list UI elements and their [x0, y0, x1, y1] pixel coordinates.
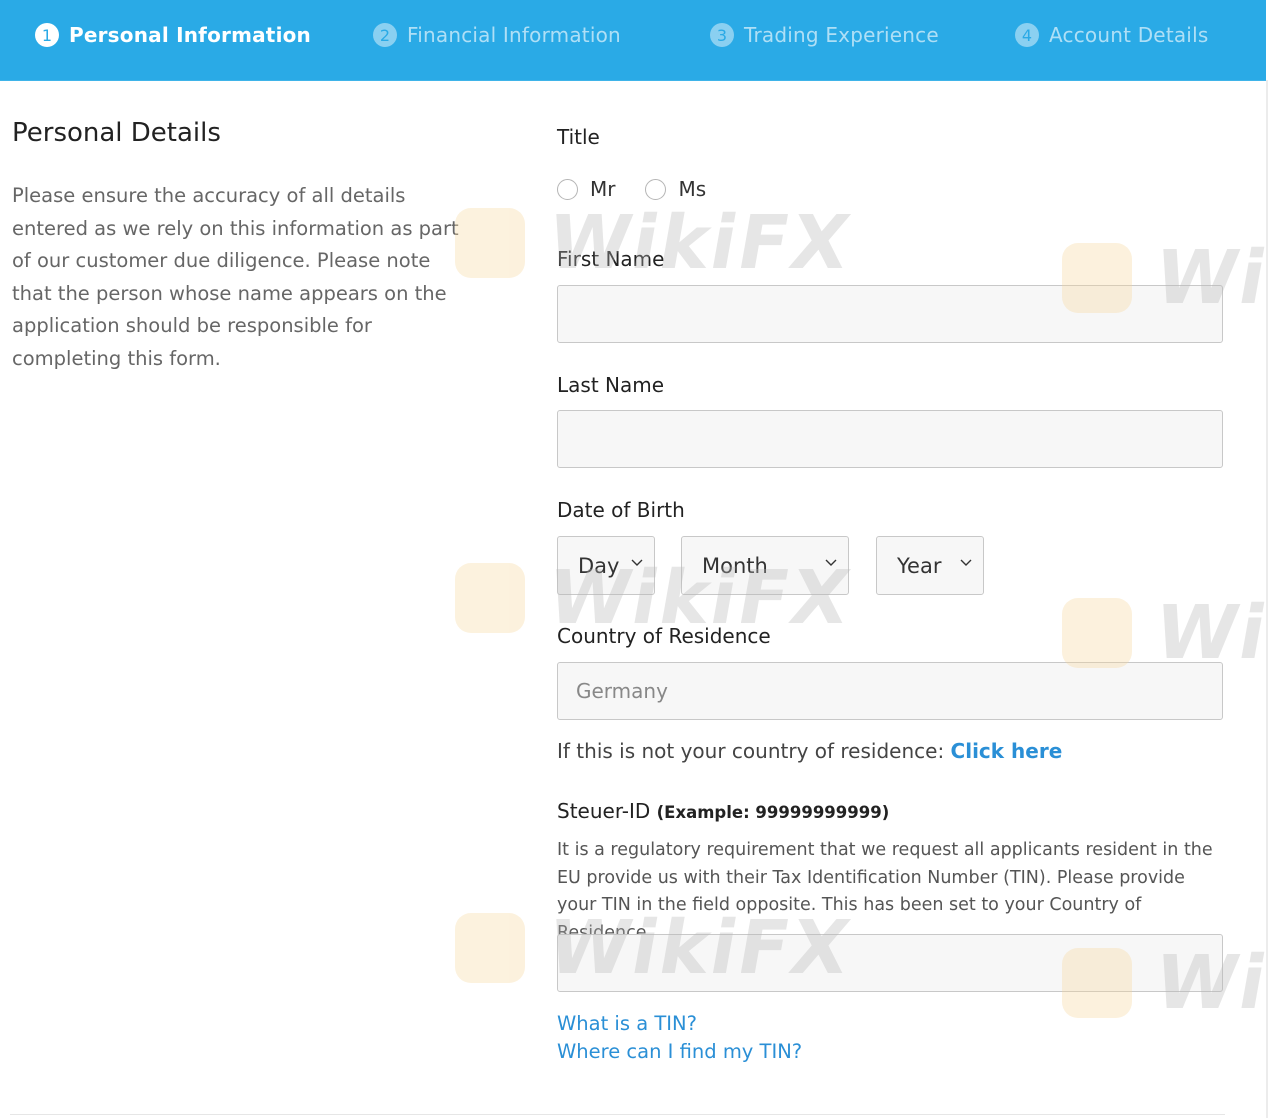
- step-number: 3: [710, 23, 734, 47]
- step-progress-bar: 1 Personal Information 2 Financial Infor…: [0, 0, 1266, 81]
- watermark: WikiFX: [455, 200, 858, 286]
- chevron-down-icon: [631, 559, 643, 566]
- watermark-logo-icon: [1062, 598, 1132, 668]
- dob-label: Date of Birth: [557, 498, 685, 522]
- radio-mr[interactable]: [557, 178, 578, 200]
- watermark-logo-icon: [455, 913, 525, 983]
- first-name-input[interactable]: [557, 285, 1223, 343]
- bottom-divider: [10, 1114, 1225, 1115]
- radio-mr-label: Mr: [590, 177, 616, 201]
- step-number: 1: [35, 23, 59, 47]
- step-label: Trading Experience: [744, 23, 939, 47]
- tin-label-text: Steuer-ID: [557, 799, 651, 823]
- step-label: Account Details: [1049, 23, 1209, 47]
- step-number: 4: [1015, 23, 1039, 47]
- tin-input[interactable]: [557, 934, 1223, 992]
- radio-ms-label: Ms: [678, 177, 707, 201]
- dob-year-select[interactable]: Year: [876, 536, 984, 595]
- title-option-mr[interactable]: Mr: [557, 177, 615, 201]
- country-note-text: If this is not your country of residence…: [557, 739, 951, 763]
- section-title: Personal Details: [12, 118, 221, 148]
- dob-month-select[interactable]: Month: [681, 536, 849, 595]
- tin-description: It is a regulatory requirement that we r…: [557, 840, 1213, 943]
- what-is-tin-link[interactable]: What is a TIN?: [557, 1012, 697, 1035]
- chevron-down-icon: [960, 559, 972, 566]
- last-name-label: Last Name: [557, 373, 665, 397]
- title-option-ms[interactable]: Ms: [645, 177, 706, 201]
- country-note: If this is not your country of residence…: [557, 739, 1062, 763]
- step-label: Personal Information: [69, 23, 311, 47]
- step-financial-information[interactable]: 2 Financial Information: [373, 0, 621, 70]
- last-name-input[interactable]: [557, 410, 1223, 468]
- chevron-down-icon: [825, 559, 837, 566]
- title-label: Title: [557, 125, 600, 149]
- section-description: Please ensure the accuracy of all detail…: [12, 184, 459, 370]
- watermark-logo-icon: [455, 563, 525, 633]
- step-number: 2: [373, 23, 397, 47]
- watermark-text: WikiFX: [541, 200, 858, 286]
- step-label: Financial Information: [407, 23, 621, 47]
- step-account-details[interactable]: 4 Account Details: [1015, 0, 1208, 70]
- dob-month-value: Month: [702, 553, 768, 578]
- tin-example: (Example: 99999999999): [656, 803, 890, 822]
- country-label: Country of Residence: [557, 624, 771, 648]
- country-input[interactable]: [557, 662, 1223, 720]
- dob-day-value: Day: [578, 553, 620, 578]
- title-radio-group: Mr Ms: [557, 172, 736, 206]
- change-country-link[interactable]: Click here: [951, 739, 1063, 763]
- watermark-logo-icon: [455, 208, 525, 278]
- dob-year-value: Year: [897, 553, 942, 578]
- tin-label: Steuer-ID (Example: 99999999999): [557, 799, 889, 823]
- step-trading-experience[interactable]: 3 Trading Experience: [710, 0, 939, 70]
- step-personal-information[interactable]: 1 Personal Information: [35, 0, 311, 70]
- dob-day-select[interactable]: Day: [557, 536, 655, 595]
- first-name-label: First Name: [557, 247, 665, 271]
- radio-ms[interactable]: [645, 178, 667, 200]
- where-find-tin-link[interactable]: Where can I find my TIN?: [557, 1040, 802, 1063]
